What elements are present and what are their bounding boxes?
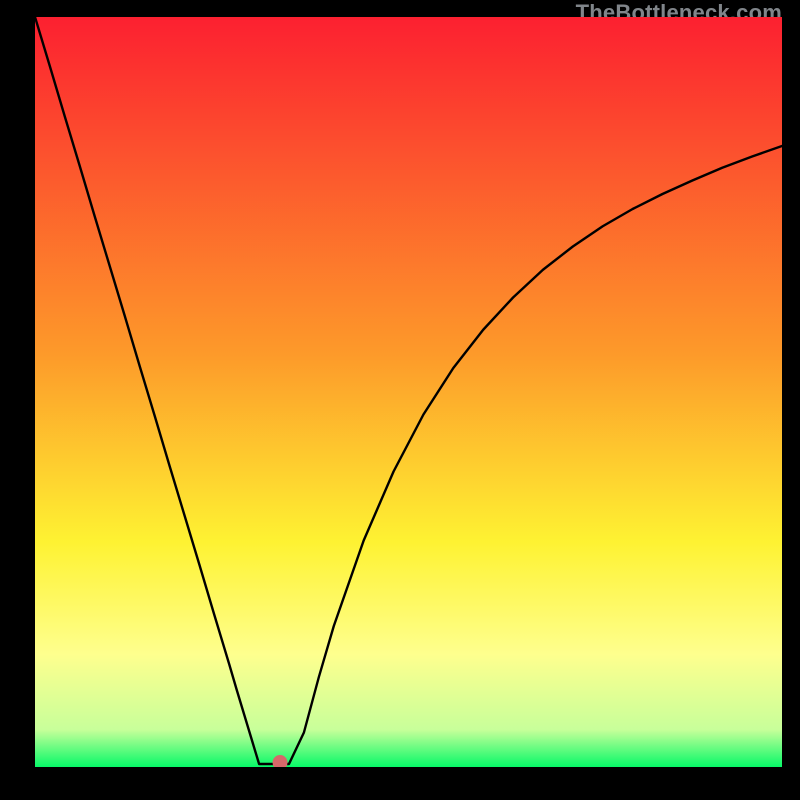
bottleneck-curve-chart — [35, 17, 782, 767]
chart-frame: TheBottleneck.com — [0, 0, 800, 800]
plot-area — [35, 17, 782, 767]
